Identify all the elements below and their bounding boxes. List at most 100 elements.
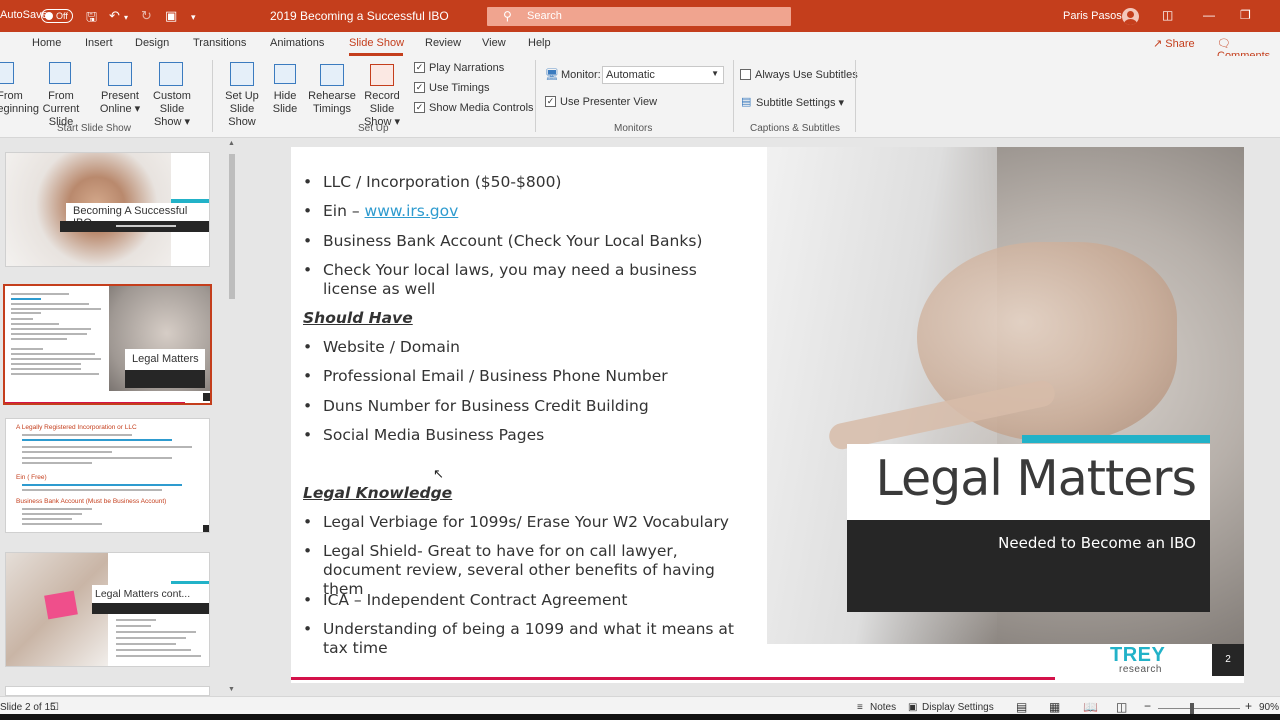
zoom-slider-thumb[interactable] <box>1190 703 1194 714</box>
bullet-dot: • <box>303 591 313 609</box>
present-online-button[interactable]: Present Online ▾ <box>96 90 144 116</box>
logo-sub-text: research <box>1119 664 1162 675</box>
mini-line <box>22 446 192 448</box>
bullet-text: Ein – www.irs.gov <box>323 202 753 221</box>
use-presenter-view-checkbox[interactable]: ✓ <box>545 96 556 107</box>
slide-thumbnail-5[interactable] <box>5 686 210 696</box>
set-up-slide-show-button[interactable]: Set Up Slide Show <box>216 90 268 129</box>
slide-sorter-icon[interactable]: ▦ <box>1049 700 1060 714</box>
irs-link[interactable]: www.irs.gov <box>365 202 459 220</box>
slide-thumbnail-3[interactable]: A Legally Registered Incorporation or LL… <box>5 418 210 533</box>
present-online-label-2: Online ▾ <box>99 103 141 115</box>
hide-slide-button[interactable]: Hide Slide <box>268 90 302 116</box>
tab-transitions[interactable]: Transitions <box>193 37 246 49</box>
minimize-icon[interactable]: — <box>1203 8 1215 22</box>
display-settings-button[interactable]: Display Settings <box>922 702 994 713</box>
show-media-controls-checkbox[interactable]: ✓ <box>414 102 425 113</box>
mini-line <box>11 353 95 355</box>
user-name[interactable]: Paris Pasos <box>1063 10 1122 22</box>
subtitle-band <box>92 603 209 614</box>
show-media-controls-label: Show Media Controls <box>429 102 534 114</box>
comment-icon: 🗨 <box>1217 38 1231 50</box>
mouse-cursor-icon: ↖ <box>433 466 444 481</box>
from-beginning-button[interactable]: From Beginning <box>0 90 39 116</box>
slide-show-view-icon[interactable]: ◫ <box>1116 700 1127 714</box>
slide3-bank: Business Bank Account (Must be Business … <box>16 498 167 505</box>
slide-thumbnail-4[interactable]: Legal Matters cont... <box>5 552 210 667</box>
customize-qat-icon[interactable]: ▾ <box>191 12 196 23</box>
monitor-select[interactable]: Automatic ▼ <box>602 66 724 84</box>
share-button[interactable]: ↗ Share <box>1153 37 1195 50</box>
restore-icon[interactable]: ❐ <box>1240 8 1251 22</box>
tab-insert[interactable]: Insert <box>85 37 113 49</box>
ribbon-tabs: Home Insert Design Transitions Animation… <box>0 32 1280 62</box>
bullet-dot: • <box>303 367 313 385</box>
monitor-icon: 🖥 <box>545 69 559 81</box>
bottom-bar <box>6 532 186 533</box>
tab-animations[interactable]: Animations <box>270 37 324 49</box>
tab-design[interactable]: Design <box>135 37 169 49</box>
bullet-text: Professional Email / Business Phone Numb… <box>323 367 668 385</box>
hide-slide-label-1: Hide <box>273 90 297 102</box>
thumbnails-scrollbar[interactable]: ▲ ▼ <box>227 138 237 696</box>
bottom-bar <box>6 266 210 267</box>
tab-slide-show[interactable]: Slide Show <box>349 37 404 49</box>
notes-button[interactable]: Notes <box>870 702 896 713</box>
record-slide-show-icon <box>370 64 394 86</box>
tab-home[interactable]: Home <box>32 37 61 49</box>
always-use-subtitles-checkbox[interactable] <box>740 69 751 80</box>
tab-review[interactable]: Review <box>425 37 461 49</box>
monitor-label: Monitor: <box>561 69 601 81</box>
scroll-down-icon[interactable]: ▼ <box>228 686 235 693</box>
trey-research-logo: TREY research <box>1055 644 1212 680</box>
ribbon-display-options-icon[interactable]: ◫ <box>1162 8 1173 22</box>
mini-line <box>22 484 182 486</box>
display-settings-icon[interactable]: ▣ <box>908 702 917 713</box>
undo-icon[interactable]: ↶ <box>109 8 120 24</box>
from-beginning-icon <box>0 62 14 84</box>
custom-slide-show-button[interactable]: Custom Slide Show ▾ <box>140 90 204 129</box>
group-separator <box>212 60 213 132</box>
zoom-level[interactable]: 90% <box>1259 702 1279 713</box>
scroll-up-icon[interactable]: ▲ <box>228 140 235 147</box>
rehearse-timings-icon <box>320 64 344 86</box>
search-box[interactable]: ⚲ Search <box>487 7 791 26</box>
use-timings-checkbox[interactable]: ✓ <box>414 82 425 93</box>
subtitle-band <box>125 370 205 388</box>
bullet-text: Social Media Business Pages <box>323 426 545 444</box>
mini-line <box>11 348 43 350</box>
reading-view-icon[interactable]: 📖 <box>1083 700 1098 714</box>
normal-view-icon[interactable]: ▤ <box>1016 700 1027 714</box>
notes-icon[interactable]: ≡ <box>857 702 863 713</box>
slide-canvas[interactable]: • LLC / Incorporation ($50-$800) • Ein –… <box>291 147 1244 683</box>
slide-thumbnail-2[interactable]: Legal Matters <box>3 284 212 405</box>
scrollbar-thumb[interactable] <box>229 154 235 299</box>
zoom-in-icon[interactable]: + <box>1245 699 1252 713</box>
mini-line <box>116 619 156 621</box>
slide-thumbnail-1[interactable]: Becoming A Successful IBO <box>5 152 210 267</box>
ribbon: From Beginning From Current Slide Presen… <box>0 56 1280 138</box>
redo-icon[interactable]: ↻ <box>141 8 152 24</box>
rehearse-label-2: Timings <box>312 103 352 115</box>
save-icon[interactable]: 🖫 <box>86 8 97 30</box>
slide-title-card[interactable]: Legal Matters Needed to Become an IBO <box>847 435 1210 612</box>
tab-help[interactable]: Help <box>528 37 551 49</box>
mini-line <box>11 298 41 300</box>
user-avatar-icon[interactable] <box>1122 8 1139 25</box>
subtitle-text <box>116 225 176 227</box>
rehearse-timings-button[interactable]: Rehearse Timings <box>306 90 358 116</box>
zoom-out-icon[interactable]: − <box>1144 699 1151 713</box>
zoom-slider[interactable] <box>1158 708 1240 709</box>
share-label: Share <box>1165 38 1195 50</box>
play-narrations-checkbox[interactable]: ✓ <box>414 62 425 73</box>
bullet-dot: • <box>303 426 313 444</box>
autosave-toggle[interactable]: Off <box>41 9 73 23</box>
present-from-start-icon[interactable]: ▣ <box>165 8 177 24</box>
undo-dropdown-icon[interactable]: ▾ <box>124 13 128 22</box>
mini-line <box>22 434 132 436</box>
tab-view[interactable]: View <box>482 37 506 49</box>
subtitle-settings-button[interactable]: Subtitle Settings ▾ <box>756 96 844 109</box>
mini-line <box>116 655 201 657</box>
accessibility-icon[interactable]: ☐ <box>50 702 59 713</box>
rehearse-label-1: Rehearse <box>308 90 356 102</box>
